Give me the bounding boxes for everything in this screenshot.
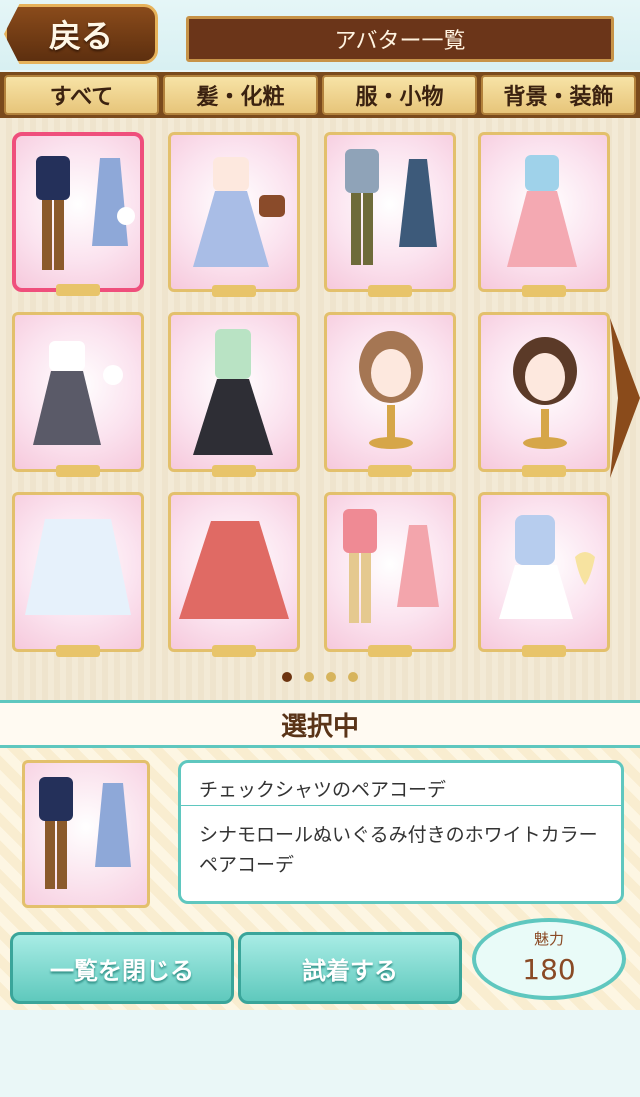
pair-outfit-image	[345, 149, 437, 265]
avatar-item[interactable]	[324, 312, 456, 477]
page-dot-4[interactable]	[348, 672, 358, 682]
ribbon-decoration	[56, 465, 100, 477]
avatar-item[interactable]	[168, 132, 300, 297]
avatar-item[interactable]	[168, 492, 300, 657]
page-title: アバター一覧	[186, 16, 614, 62]
black-skirt-outfit-image	[193, 329, 273, 455]
charm-indicator: 魅力 180	[472, 918, 626, 1000]
page-dot-1[interactable]	[282, 672, 292, 682]
tab-background-decor[interactable]: 背景・装飾	[481, 75, 636, 115]
selected-item-name: チェックシャツのペアコーデ	[178, 760, 624, 808]
ribbon-decoration	[368, 465, 412, 477]
charm-value: 180	[522, 953, 576, 986]
try-on-button[interactable]: 試着する	[238, 932, 462, 1004]
avatar-item[interactable]	[168, 312, 300, 477]
page-indicator	[282, 672, 358, 682]
selected-heading: 選択中	[0, 700, 640, 748]
tab-hair-makeup[interactable]: 髪・化粧	[163, 75, 318, 115]
avatar-item[interactable]	[478, 492, 610, 657]
ribbon-decoration	[212, 645, 256, 657]
charm-label: 魅力	[533, 930, 564, 948]
page-dot-2[interactable]	[304, 672, 314, 682]
plaid-skirt-outfit-image	[33, 341, 123, 445]
hairstyle-image	[359, 331, 423, 449]
pair-outfit-image	[343, 509, 439, 623]
ribbon-decoration	[56, 284, 100, 296]
back-button[interactable]: 戻る	[4, 4, 158, 64]
ribbon-decoration	[522, 285, 566, 297]
avatar-item[interactable]	[478, 312, 610, 477]
next-page-arrow-icon[interactable]	[606, 318, 640, 478]
category-tabs: すべて 髪・化粧 服・小物 背景・装飾	[0, 72, 640, 118]
page-dot-3[interactable]	[326, 672, 336, 682]
footer-background	[0, 1010, 640, 1097]
avatar-item[interactable]	[324, 132, 456, 297]
blue-skirt-outfit-image	[193, 157, 285, 267]
pink-dress-outfit-image	[507, 155, 577, 267]
tab-all[interactable]: すべて	[4, 75, 159, 115]
ribbon-decoration	[212, 465, 256, 477]
ribbon-decoration	[368, 645, 412, 657]
pair-outfit-image	[36, 156, 135, 270]
avatar-item[interactable]	[478, 132, 610, 297]
avatar-item[interactable]	[12, 312, 144, 477]
ribbon-decoration	[368, 285, 412, 297]
ribbon-decoration	[522, 465, 566, 477]
avatar-item[interactable]	[12, 492, 144, 657]
ribbon-decoration	[522, 645, 566, 657]
avatar-item[interactable]	[324, 492, 456, 657]
pair-outfit-image	[39, 777, 131, 889]
close-list-button[interactable]: 一覧を閉じる	[10, 932, 234, 1004]
white-skirt-outfit-image	[499, 515, 595, 619]
hairstyle-image	[513, 337, 577, 449]
avatar-item-check-pair-coord[interactable]	[12, 132, 144, 296]
tab-clothes-accessories[interactable]: 服・小物	[322, 75, 477, 115]
white-tulle-skirt-image	[25, 519, 131, 615]
red-pleated-skirt-image	[179, 521, 289, 619]
ribbon-decoration	[56, 645, 100, 657]
selected-item-description: シナモロールぬいぐるみ付きのホワイトカラーペアコーデ	[178, 806, 624, 904]
selected-item-preview	[22, 760, 150, 908]
ribbon-decoration	[212, 285, 256, 297]
